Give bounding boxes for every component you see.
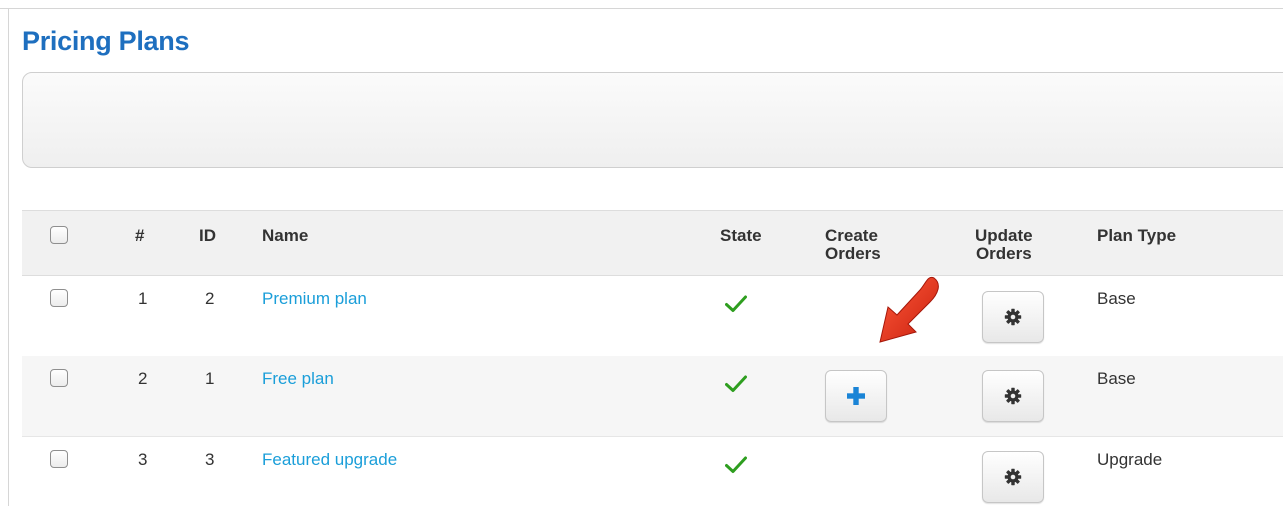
- check-icon[interactable]: [725, 375, 747, 393]
- select-all-checkbox[interactable]: [50, 226, 68, 244]
- table-row: 3 3 Featured upgrade Upgrade: [22, 436, 1283, 516]
- page-title: Pricing Plans: [22, 26, 190, 56]
- red-arrow-icon: [879, 276, 939, 343]
- plan-name-link[interactable]: Premium plan: [262, 289, 367, 309]
- row-number: 3: [138, 450, 148, 469]
- update-orders-button[interactable]: [982, 370, 1044, 422]
- plan-type: Upgrade: [1097, 450, 1163, 469]
- create-orders-button[interactable]: [825, 370, 887, 422]
- header-number: #: [135, 226, 145, 245]
- page-frame-top: [0, 8, 1283, 9]
- gear-icon: [1004, 387, 1022, 405]
- header-create-orders: Create Orders: [825, 227, 881, 263]
- plan-type: Base: [1097, 289, 1136, 308]
- update-orders-button[interactable]: [982, 451, 1044, 503]
- header-id: ID: [199, 226, 216, 245]
- row-id: 3: [205, 450, 215, 469]
- row-id: 2: [205, 289, 215, 308]
- gear-icon: [1004, 468, 1022, 486]
- plan-name-link[interactable]: Featured upgrade: [262, 450, 397, 470]
- row-checkbox[interactable]: [50, 369, 68, 387]
- row-checkbox[interactable]: [50, 289, 68, 307]
- toolbar: [22, 72, 1283, 168]
- header-create-orders-line1: Create: [825, 226, 878, 245]
- header-update-orders: Update Orders: [975, 227, 1033, 263]
- header-update-orders-line2: Orders: [975, 244, 1032, 263]
- plus-icon: [847, 387, 865, 405]
- gear-icon: [1004, 308, 1022, 326]
- table-row: 1 2 Premium plan Base: [22, 276, 1283, 356]
- row-number: 2: [138, 369, 148, 388]
- header-create-orders-line2: Orders: [825, 244, 881, 263]
- row-number: 1: [138, 289, 148, 308]
- check-icon[interactable]: [725, 295, 747, 313]
- header-state[interactable]: State: [720, 227, 762, 245]
- header-plan-type[interactable]: Plan Type: [1097, 227, 1176, 245]
- update-orders-button[interactable]: [982, 291, 1044, 343]
- header-update-orders-line1: Update: [975, 226, 1033, 245]
- page-frame-left: [8, 8, 9, 506]
- row-checkbox[interactable]: [50, 450, 68, 468]
- table-row: 2 1 Free plan Base: [22, 356, 1283, 436]
- check-icon[interactable]: [725, 456, 747, 474]
- row-id: 1: [205, 369, 215, 388]
- plan-name-link[interactable]: Free plan: [262, 369, 334, 389]
- table-header-row: # ID Name State Create Orders Update Ord…: [22, 210, 1283, 276]
- header-name[interactable]: Name: [262, 227, 308, 245]
- plan-type: Base: [1097, 369, 1136, 388]
